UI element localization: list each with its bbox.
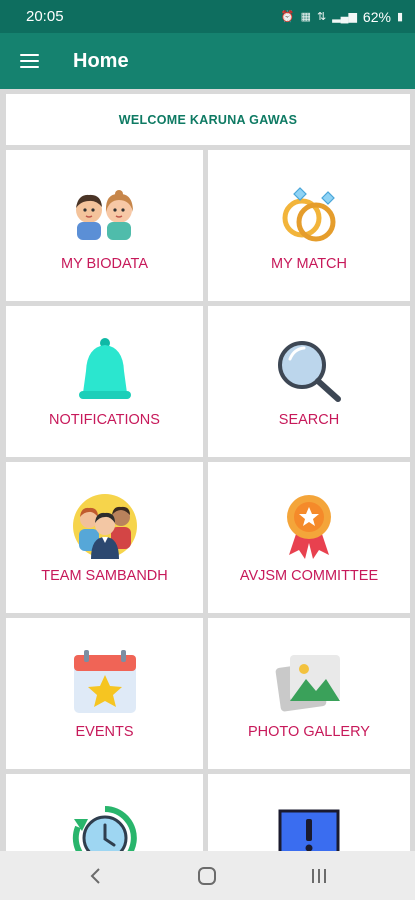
- tile-label: TEAM SAMBANDH: [41, 568, 168, 584]
- tile-label: MY MATCH: [271, 256, 347, 272]
- welcome-text: WELCOME KARUNA GAWAS: [118, 112, 298, 127]
- volte-icon: ▦: [300, 11, 311, 23]
- status-bar: 20:05 ⏰ ▦ ⇅ ▂▄▆ 62% ▮: [0, 0, 415, 33]
- battery-icon: ▮: [396, 11, 403, 23]
- battery-level: 62%: [362, 8, 391, 25]
- magnifier-icon: [269, 334, 349, 406]
- bell-icon: [65, 334, 145, 406]
- page-title: Home: [73, 49, 129, 72]
- back-button[interactable]: [66, 856, 126, 896]
- tile-my-biodata[interactable]: MY BIODATA: [6, 150, 203, 301]
- tile-search[interactable]: SEARCH: [208, 306, 410, 457]
- tile-history[interactable]: [6, 774, 203, 851]
- tile-team-sambandh[interactable]: TEAM SAMBANDH: [6, 462, 203, 613]
- system-nav-bar: [0, 851, 415, 900]
- tile-label: AVJSM COMMITTEE: [239, 568, 379, 584]
- recents-icon: [312, 868, 327, 883]
- status-time: 20:05: [26, 8, 64, 25]
- rings-icon: [269, 178, 349, 250]
- award-badge-icon: [269, 490, 349, 562]
- tile-label: EVENTS: [75, 724, 134, 740]
- tile-notifications[interactable]: NOTIFICATIONS: [6, 306, 203, 457]
- alarm-icon: ⏰: [280, 11, 295, 23]
- back-icon: [90, 867, 100, 884]
- menu-button[interactable]: [0, 33, 58, 89]
- home-icon: [198, 866, 217, 885]
- tile-photo-gallery[interactable]: PHOTO GALLERY: [208, 618, 410, 769]
- tile-label: PHOTO GALLERY: [248, 724, 370, 740]
- home-button[interactable]: [177, 856, 237, 896]
- hamburger-menu-icon: [19, 54, 39, 69]
- gallery-icon: [269, 646, 349, 718]
- 4g-icon: ⇅: [316, 11, 327, 23]
- tile-label: MY BIODATA: [60, 256, 148, 272]
- app-bar: Home: [0, 33, 415, 89]
- welcome-banner: WELCOME KARUNA GAWAS: [6, 94, 410, 145]
- tile-label: SEARCH: [278, 412, 340, 428]
- calendar-star-icon: [65, 646, 145, 718]
- couple-icon: [65, 178, 145, 250]
- tile-alert[interactable]: [208, 774, 410, 851]
- recents-button[interactable]: [289, 856, 349, 896]
- team-icon: [65, 490, 145, 562]
- tile-my-match[interactable]: MY MATCH: [208, 150, 410, 301]
- tile-avjsm-committee[interactable]: AVJSM COMMITTEE: [208, 462, 410, 613]
- home-grid[interactable]: WELCOME KARUNA GAWAS MY BIODATA MY MATCH…: [0, 89, 415, 851]
- history-clock-icon: [65, 802, 145, 851]
- tile-label: NOTIFICATIONS: [49, 412, 160, 428]
- signal-icon: ▂▄▆: [332, 11, 357, 23]
- tile-events[interactable]: EVENTS: [6, 618, 203, 769]
- status-icons: ⏰ ▦ ⇅ ▂▄▆ 62% ▮: [281, 9, 403, 25]
- alert-icon: [269, 802, 349, 851]
